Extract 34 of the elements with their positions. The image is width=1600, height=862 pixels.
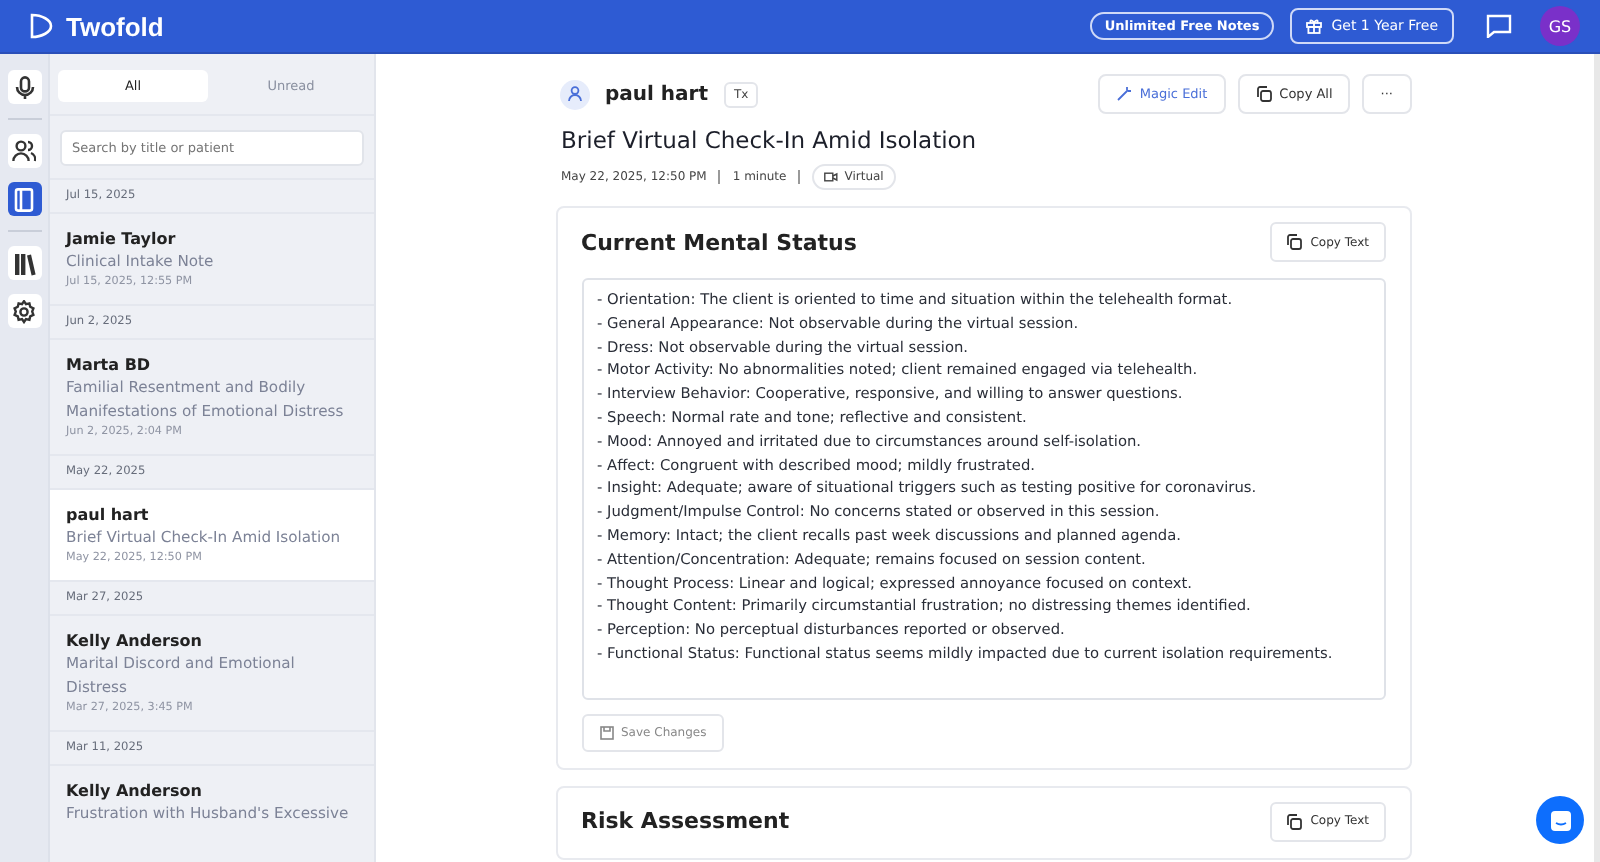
chat-support-button[interactable] <box>1536 796 1584 844</box>
copy-icon <box>1286 813 1303 830</box>
rail-button[interactable] <box>7 134 41 168</box>
patient-name: paul hart <box>66 506 151 524</box>
patient-name: Kelly Anderson <box>66 632 204 650</box>
patient-name: Jamie Taylor <box>66 230 178 248</box>
rail-button[interactable] <box>7 182 41 216</box>
patient-name: Marta BD <box>66 356 153 374</box>
settings-icon <box>12 299 36 323</box>
section-heading: Risk Assessment <box>581 808 790 835</box>
rail-button[interactable] <box>7 70 41 104</box>
people-icon <box>12 140 36 162</box>
app-name: Twofold <box>66 11 164 41</box>
chat-icon[interactable] <box>1486 14 1512 38</box>
rail-button[interactable] <box>7 294 41 328</box>
chat-bubble-icon <box>1549 809 1571 831</box>
microphone-icon <box>13 75 35 99</box>
notes-field[interactable] <box>581 278 1385 700</box>
person-icon <box>559 79 589 109</box>
copy-icon <box>1255 86 1272 102</box>
save-icon <box>599 725 613 740</box>
logo-icon <box>28 12 54 40</box>
video-icon <box>824 172 839 182</box>
note-heading: Brief Virtual Check-In Amid Isolation <box>561 126 979 154</box>
gift-icon <box>1305 18 1322 34</box>
patient-name: paul hart <box>605 83 709 105</box>
notebook-icon <box>14 187 34 211</box>
section-heading: Current Mental Status <box>581 229 857 255</box>
copy-icon <box>1286 234 1303 250</box>
user-avatar[interactable]: GS <box>1540 6 1580 46</box>
rail-button[interactable] <box>7 246 41 280</box>
patient-name: Kelly Anderson <box>66 782 204 800</box>
wand-icon <box>1115 86 1132 102</box>
books-icon <box>13 251 35 275</box>
